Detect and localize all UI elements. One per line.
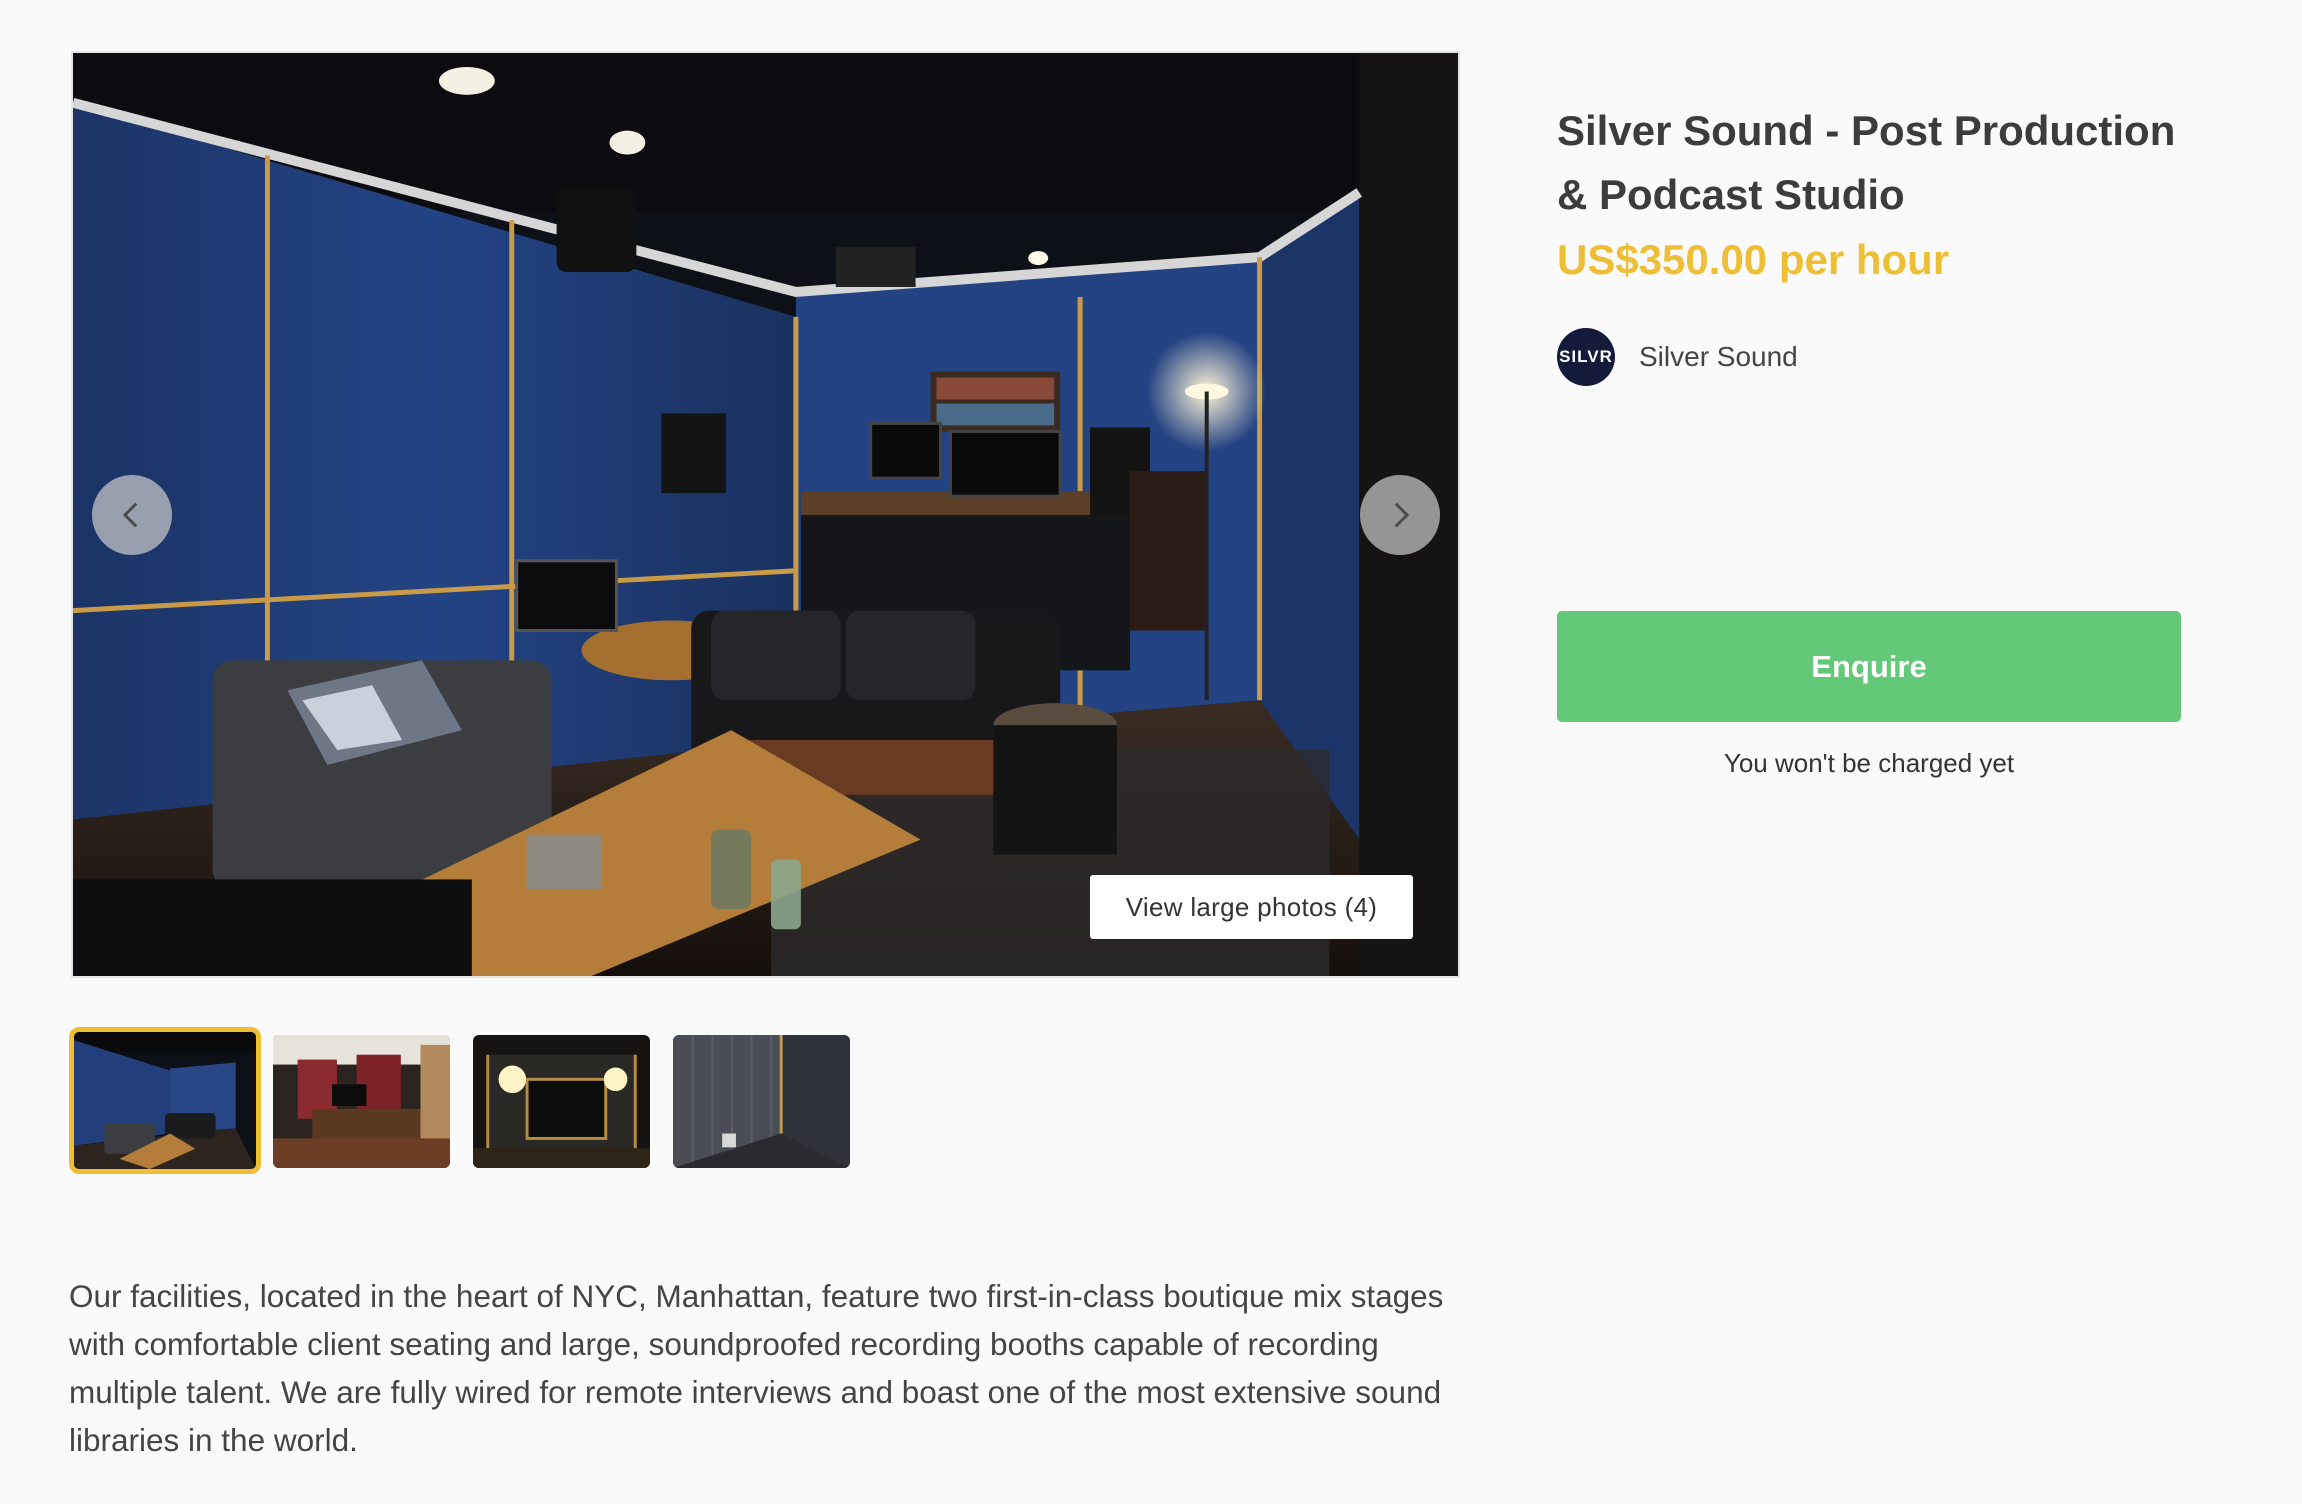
main-photo[interactable]: View large photos (4) — [71, 51, 1460, 978]
thumbnail-3[interactable] — [473, 1035, 650, 1168]
charge-note: You won't be charged yet — [1723, 748, 2015, 778]
chevron-left-icon — [122, 502, 138, 528]
thumbnail-image — [673, 1035, 850, 1168]
thumbnail-4[interactable] — [673, 1035, 850, 1168]
listing-page: View large photos (4) Our facilities, lo… — [0, 0, 2302, 1504]
thumbnail-image — [74, 1032, 256, 1169]
listing-price: US$350.00 per hour — [1557, 236, 1950, 283]
host-avatar: SILVR — [1557, 328, 1615, 386]
view-large-photos-button[interactable]: View large photos (4) — [1090, 875, 1413, 939]
studio-photo — [73, 53, 1458, 976]
host-info[interactable]: SILVR Silver Sound — [1557, 328, 1798, 386]
listing-title: Silver Sound - Post Production & Podcast… — [1557, 107, 2176, 218]
thumbnail-image — [273, 1035, 450, 1168]
host-name[interactable]: Silver Sound — [1639, 341, 1798, 373]
thumbnail-2[interactable] — [273, 1035, 450, 1168]
previous-photo-button[interactable] — [92, 475, 172, 555]
listing-description: Our facilities, located in the heart of … — [69, 1278, 1444, 1458]
next-photo-button[interactable] — [1360, 475, 1440, 555]
thumbnail-1[interactable] — [69, 1027, 261, 1174]
enquire-button[interactable]: Enquire — [1557, 611, 2181, 722]
chevron-right-icon — [1394, 502, 1410, 528]
thumbnail-image — [473, 1035, 650, 1168]
